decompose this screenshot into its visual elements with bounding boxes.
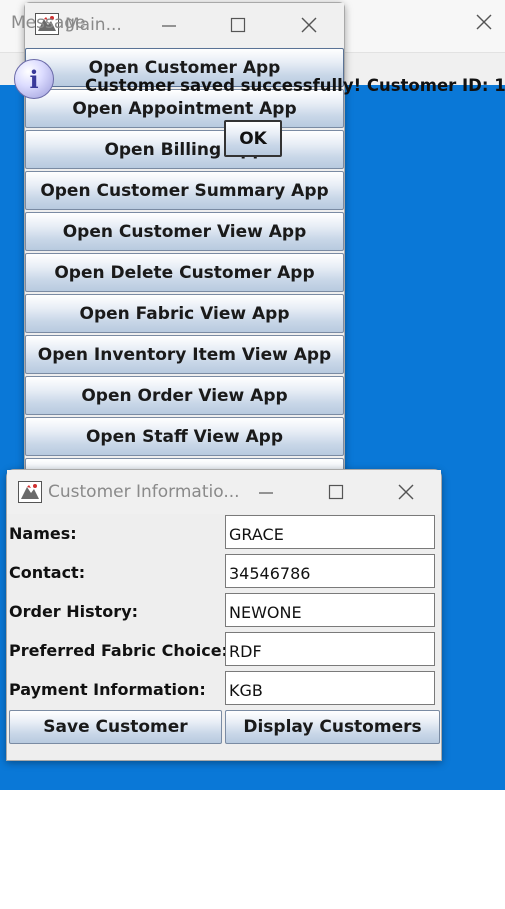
maximize-icon[interactable] bbox=[225, 12, 251, 38]
form-row-names: Names: GRACE bbox=[7, 515, 441, 551]
save-customer-button[interactable]: Save Customer bbox=[9, 710, 222, 744]
info-icon: i bbox=[14, 59, 54, 99]
contact-label: Contact: bbox=[9, 563, 86, 582]
open-billing-app-button[interactable]: Open Billing App bbox=[25, 130, 344, 169]
payment-information-field[interactable]: KGB bbox=[225, 671, 435, 705]
main-window: Main... Open Customer App Open Appointme… bbox=[24, 2, 345, 497]
close-icon[interactable] bbox=[296, 12, 322, 38]
customer-window-titlebar[interactable]: Customer Informatio... bbox=[7, 470, 441, 514]
form-row-contact: Contact: 34546786 bbox=[7, 554, 441, 590]
preferred-fabric-field[interactable]: RDF bbox=[225, 632, 435, 666]
payment-information-label: Payment Information: bbox=[9, 680, 206, 699]
names-label: Names: bbox=[9, 524, 77, 543]
open-delete-customer-app-button[interactable]: Open Delete Customer App bbox=[25, 253, 344, 292]
open-inventory-item-view-app-button[interactable]: Open Inventory Item View App bbox=[25, 335, 344, 374]
close-icon[interactable] bbox=[472, 10, 496, 34]
preferred-fabric-label: Preferred Fabric Choice: bbox=[9, 641, 228, 660]
minimize-icon[interactable] bbox=[156, 12, 182, 38]
contact-field[interactable]: 34546786 bbox=[225, 554, 435, 588]
display-customers-button[interactable]: Display Customers bbox=[225, 710, 440, 744]
minimize-icon[interactable] bbox=[253, 479, 279, 505]
background-app-area bbox=[0, 790, 505, 909]
form-row-payment-information: Payment Information: KGB bbox=[7, 671, 441, 707]
open-order-view-app-button[interactable]: Open Order View App bbox=[25, 376, 344, 415]
names-field[interactable]: GRACE bbox=[225, 515, 435, 549]
message-text: Customer saved successfully! Customer ID… bbox=[85, 76, 505, 95]
message-dialog-title: Message bbox=[11, 13, 86, 33]
open-staff-view-app-button[interactable]: Open Staff View App bbox=[25, 417, 344, 456]
customer-information-window: Customer Informatio... Names: GRACE Cont… bbox=[6, 469, 442, 761]
form-row-preferred-fabric: Preferred Fabric Choice: RDF bbox=[7, 632, 441, 668]
customer-window-title: Customer Informatio... bbox=[48, 482, 240, 502]
java-app-icon bbox=[18, 481, 42, 503]
app-button-list: Open Customer App Open Appointment App O… bbox=[25, 48, 344, 499]
close-icon[interactable] bbox=[393, 479, 419, 505]
open-fabric-view-app-button[interactable]: Open Fabric View App bbox=[25, 294, 344, 333]
form-row-order-history: Order History: NEWONE bbox=[7, 593, 441, 629]
maximize-icon[interactable] bbox=[323, 479, 349, 505]
ok-button[interactable]: OK bbox=[224, 120, 282, 157]
open-customer-view-app-button[interactable]: Open Customer View App bbox=[25, 212, 344, 251]
order-history-label: Order History: bbox=[9, 602, 139, 621]
open-customer-summary-app-button[interactable]: Open Customer Summary App bbox=[25, 171, 344, 210]
order-history-field[interactable]: NEWONE bbox=[225, 593, 435, 627]
